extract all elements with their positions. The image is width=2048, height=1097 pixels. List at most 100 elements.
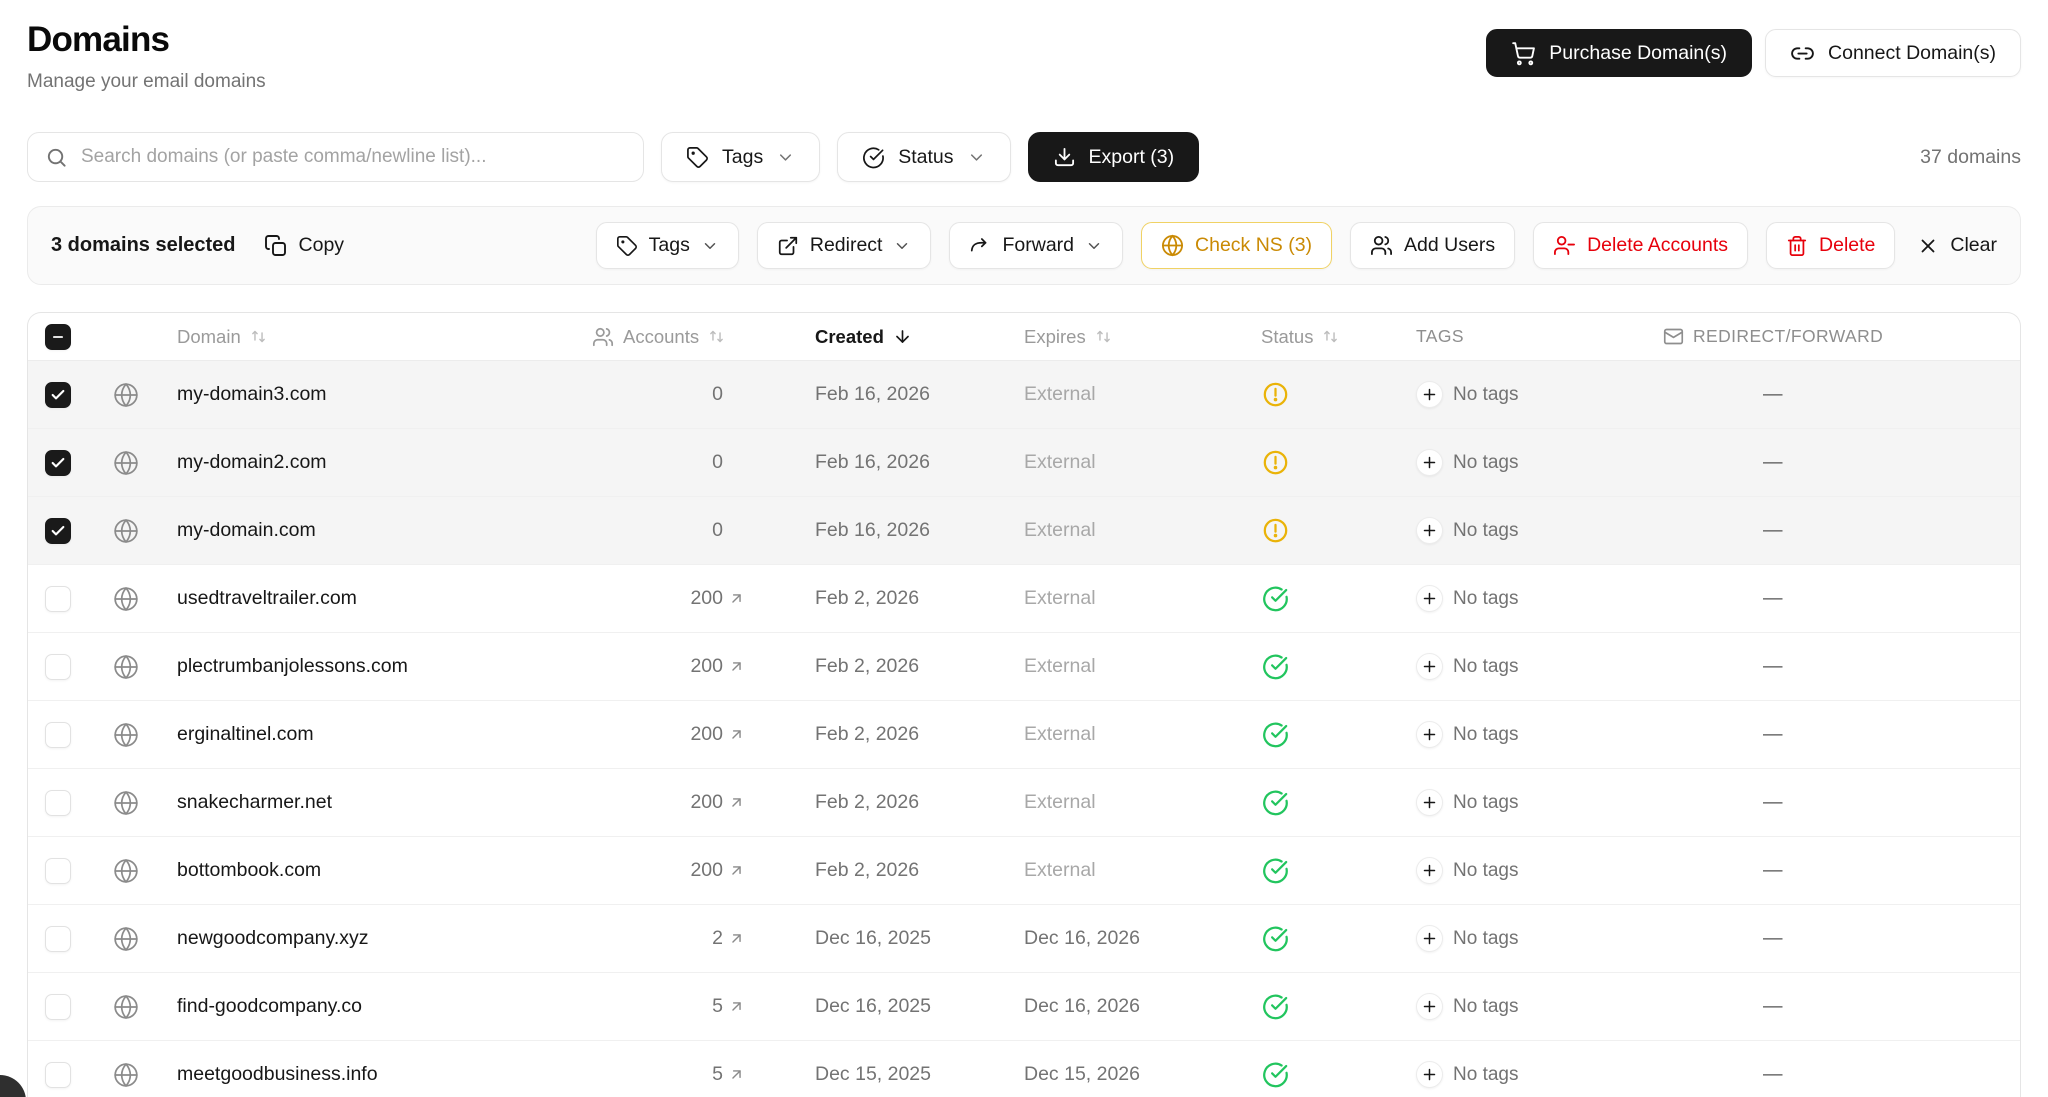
add-tag-button[interactable]: No tags — [1389, 1061, 1663, 1088]
selection-actions: Tags Redirect Forward Check NS (3) Add U… — [596, 222, 1997, 269]
accounts-cell[interactable]: 0 — [592, 383, 815, 406]
domain-name[interactable]: usedtraveltrailer.com — [177, 587, 357, 610]
warning-status-icon — [1262, 517, 1289, 544]
sort-icon — [708, 328, 725, 345]
tags-filter-dropdown[interactable]: Tags — [661, 132, 820, 182]
row-checkbox[interactable] — [45, 926, 71, 952]
select-all-checkbox[interactable] — [45, 324, 71, 350]
status-filter-label: Status — [898, 146, 953, 169]
add-tag-button[interactable]: No tags — [1389, 721, 1663, 748]
floating-widget-peek[interactable] — [0, 1075, 26, 1097]
delete-button[interactable]: Delete — [1766, 222, 1895, 269]
accounts-cell[interactable]: 0 — [592, 519, 815, 542]
copy-button[interactable]: Copy — [264, 234, 345, 258]
globe-icon — [113, 858, 139, 884]
close-icon — [1917, 235, 1939, 257]
check-ns-button[interactable]: Check NS (3) — [1141, 222, 1332, 269]
row-checkbox[interactable] — [45, 858, 71, 884]
status-filter-icon — [862, 146, 885, 169]
accounts-cell[interactable]: 5 — [592, 995, 815, 1018]
table-row: my-domain3.com 0 Feb 16, 2026 External N… — [28, 361, 2020, 429]
accounts-cell[interactable]: 5 — [592, 1063, 815, 1086]
add-tag-button[interactable]: No tags — [1389, 585, 1663, 612]
accounts-cell[interactable]: 200 — [592, 655, 815, 678]
accounts-cell[interactable]: 200 — [592, 587, 815, 610]
delete-accounts-label: Delete Accounts — [1587, 234, 1728, 257]
domain-name[interactable]: newgoodcompany.xyz — [177, 927, 369, 950]
domain-name[interactable]: snakecharmer.net — [177, 791, 332, 814]
accounts-cell[interactable]: 0 — [592, 451, 815, 474]
success-status-icon — [1262, 857, 1289, 884]
expires-value: External — [1024, 451, 1096, 474]
globe-icon — [113, 450, 139, 476]
row-checkbox[interactable] — [45, 994, 71, 1020]
add-tag-button[interactable]: No tags — [1389, 993, 1663, 1020]
bulk-forward-label: Forward — [1002, 234, 1074, 257]
add-tag-button[interactable]: No tags — [1389, 653, 1663, 680]
status-filter-dropdown[interactable]: Status — [837, 132, 1010, 182]
bulk-redirect-label: Redirect — [810, 234, 883, 257]
add-tag-button[interactable]: No tags — [1389, 517, 1663, 544]
add-tag-button[interactable]: No tags — [1389, 789, 1663, 816]
column-header-redirect-forward: REDIRECT/FORWARD — [1663, 326, 2020, 347]
bulk-tags-label: Tags — [649, 234, 690, 257]
domain-name[interactable]: my-domain2.com — [177, 451, 327, 474]
add-tag-button[interactable]: No tags — [1389, 381, 1663, 408]
delete-accounts-button[interactable]: Delete Accounts — [1533, 222, 1748, 269]
column-header-created[interactable]: Created — [815, 326, 1024, 348]
tag-icon — [616, 235, 638, 257]
purchase-domains-button[interactable]: Purchase Domain(s) — [1486, 29, 1752, 77]
row-checkbox[interactable] — [45, 790, 71, 816]
row-checkbox[interactable] — [45, 722, 71, 748]
column-header-expires[interactable]: Expires — [1024, 326, 1234, 348]
domain-name[interactable]: erginaltinel.com — [177, 723, 314, 746]
connect-domains-button[interactable]: Connect Domain(s) — [1765, 29, 2021, 77]
search-icon — [45, 146, 68, 169]
search-input[interactable] — [81, 146, 626, 168]
bulk-forward-dropdown[interactable]: Forward — [949, 222, 1123, 269]
accounts-cell[interactable]: 200 — [592, 723, 815, 746]
clear-selection-button[interactable]: Clear — [1917, 234, 1997, 257]
column-header-status[interactable]: Status — [1234, 326, 1389, 348]
table-header: Domain Accounts Created Expires Status — [28, 313, 2020, 361]
row-checkbox[interactable] — [45, 382, 71, 408]
row-checkbox[interactable] — [45, 518, 71, 544]
table-row: my-domain.com 0 Feb 16, 2026 External No… — [28, 497, 2020, 565]
arrow-up-right-icon — [728, 794, 745, 811]
success-status-icon — [1262, 585, 1289, 612]
add-tag-button[interactable]: No tags — [1389, 925, 1663, 952]
row-checkbox[interactable] — [45, 586, 71, 612]
column-header-accounts[interactable]: Accounts — [592, 326, 815, 348]
row-checkbox[interactable] — [45, 450, 71, 476]
bulk-redirect-dropdown[interactable]: Redirect — [757, 222, 932, 269]
globe-icon — [113, 654, 139, 680]
bulk-tags-dropdown[interactable]: Tags — [596, 222, 739, 269]
delete-label: Delete — [1819, 234, 1875, 257]
domain-name[interactable]: meetgoodbusiness.info — [177, 1063, 378, 1086]
domain-name[interactable]: plectrumbanjolessons.com — [177, 655, 408, 678]
created-date: Feb 2, 2026 — [815, 859, 919, 882]
row-checkbox[interactable] — [45, 1062, 71, 1088]
accounts-cell[interactable]: 200 — [592, 791, 815, 814]
add-tag-button[interactable]: No tags — [1389, 857, 1663, 884]
domain-name[interactable]: my-domain.com — [177, 519, 316, 542]
plus-icon — [1422, 931, 1437, 946]
success-status-icon — [1262, 721, 1289, 748]
arrow-up-right-icon — [728, 658, 745, 675]
redirect-forward-empty: — — [1763, 859, 1783, 882]
domain-name[interactable]: bottombook.com — [177, 859, 321, 882]
add-users-button[interactable]: Add Users — [1350, 222, 1515, 269]
accounts-cell[interactable]: 2 — [592, 927, 815, 950]
domain-name[interactable]: find-goodcompany.co — [177, 995, 362, 1018]
created-date: Feb 16, 2026 — [815, 519, 930, 542]
row-checkbox[interactable] — [45, 654, 71, 680]
add-tag-button[interactable]: No tags — [1389, 449, 1663, 476]
column-header-domain[interactable]: Domain — [177, 326, 592, 348]
accounts-cell[interactable]: 200 — [592, 859, 815, 882]
export-button[interactable]: Export (3) — [1028, 132, 1200, 182]
download-icon — [1053, 146, 1076, 169]
domain-name[interactable]: my-domain3.com — [177, 383, 327, 406]
no-tags-label: No tags — [1453, 520, 1518, 542]
plus-icon — [1422, 523, 1437, 538]
header-actions: Purchase Domain(s) Connect Domain(s) — [1486, 29, 2021, 77]
